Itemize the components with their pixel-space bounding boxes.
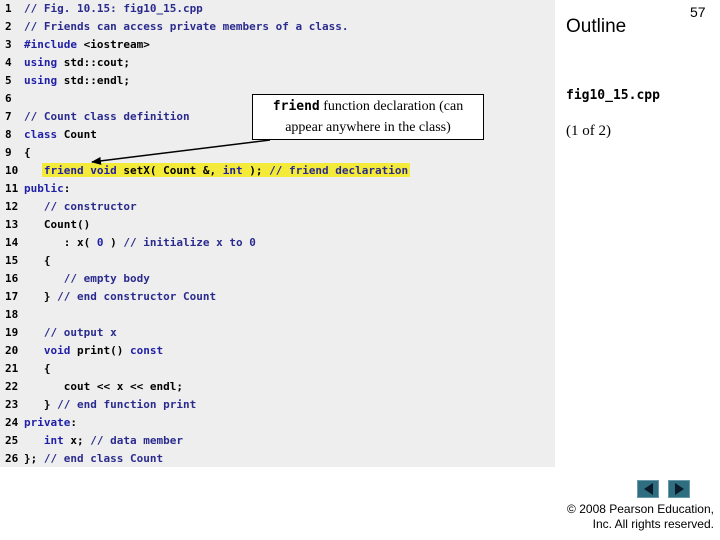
code-text: class Count <box>24 128 97 141</box>
code-text: using std::cout; <box>24 56 130 69</box>
line-number: 1 <box>5 2 12 15</box>
line-number: 24 <box>5 416 19 429</box>
code-line: 4 using std::cout; <box>0 54 555 72</box>
code-line: 13 Count() <box>0 216 555 234</box>
code-line: 3 #include <iostream> <box>0 36 555 54</box>
code-text: cout << x << endl; <box>24 380 183 393</box>
line-number: 25 <box>5 434 19 447</box>
triangle-left-icon <box>643 483 653 495</box>
code-line: 5 using std::endl; <box>0 72 555 90</box>
outline-title: Outline <box>566 16 627 37</box>
code-text: using std::endl; <box>24 74 130 87</box>
code-line: 20 void print() const <box>0 342 555 360</box>
line-number: 5 <box>5 74 12 87</box>
line-number: 8 <box>5 128 12 141</box>
line-number: 17 <box>5 290 19 303</box>
code-line: 1 // Fig. 10.15: fig10_15.cpp <box>0 0 555 18</box>
line-number: 3 <box>5 38 12 51</box>
copyright-notice: © 2008 Pearson Education, Inc. All right… <box>514 502 714 532</box>
code-line: 16 // empty body <box>0 270 555 288</box>
code-text: : x( 0 ) // initialize x to 0 <box>24 236 256 249</box>
line-number: 4 <box>5 56 12 69</box>
code-line: 22 cout << x << endl; <box>0 378 555 396</box>
line-number: 12 <box>5 200 19 213</box>
line-number: 7 <box>5 110 12 123</box>
code-text: int x; // data member <box>43 434 183 447</box>
callout-line-2: appear anywhere in the class) <box>285 120 451 135</box>
code-line: 26 }; // end class Count <box>0 450 555 468</box>
line-number: 18 <box>5 308 19 321</box>
code-text: friend void setX( Count &, int ); // fri… <box>43 164 409 177</box>
code-line: 10 friend void setX( Count &, int ); // … <box>0 162 555 180</box>
triangle-right-icon <box>674 483 684 495</box>
code-text: // Friends can access private members of… <box>24 20 349 33</box>
code-text: { <box>24 362 51 375</box>
line-number: 13 <box>5 218 19 231</box>
next-slide-button[interactable] <box>668 480 690 498</box>
code-panel: 1 // Fig. 10.15: fig10_15.cpp 2 // Friends … <box>0 0 555 467</box>
code-line: 18 <box>0 306 555 324</box>
callout-line-1: friend function declaration (can <box>253 96 483 117</box>
line-number: 2 <box>5 20 12 33</box>
code-text: public: <box>24 182 71 195</box>
page-number: 57 <box>690 4 706 20</box>
code-text: Count() <box>24 218 91 231</box>
code-line: 2 // Friends can access private members o… <box>0 18 555 36</box>
line-number: 20 <box>5 344 19 357</box>
code-line: 17 } // end constructor Count <box>0 288 555 306</box>
code-line: 21 { <box>0 360 555 378</box>
filename-label: fig10_15.cpp <box>566 88 660 103</box>
callout-text: function declaration (can <box>319 99 464 114</box>
code-text: // Count class definition <box>24 110 190 123</box>
code-text: private: <box>24 416 77 429</box>
page-of-label: (1 of 2) <box>566 123 611 139</box>
code-line: 11 public: <box>0 180 555 198</box>
code-text: } // end function print <box>24 398 197 411</box>
friend-callout-box: friend function declaration (can appear … <box>252 94 484 140</box>
copyright-line-1: © 2008 Pearson Education, <box>567 502 714 516</box>
line-number: 21 <box>5 362 19 375</box>
line-number: 16 <box>5 272 19 285</box>
line-number: 22 <box>5 380 19 393</box>
code-line: 23 } // end function print <box>0 396 555 414</box>
code-text: { <box>24 254 51 267</box>
code-text: // empty body <box>63 272 150 285</box>
callout-keyword: friend <box>272 99 320 114</box>
code-text: }; // end class Count <box>24 452 164 465</box>
code-text: void print() const <box>43 344 164 357</box>
line-number: 19 <box>5 326 19 339</box>
code-line: 9{ <box>0 144 555 162</box>
line-number: 9 <box>5 146 12 159</box>
code-text: // Fig. 10.15: fig10_15.cpp <box>24 2 203 15</box>
code-text: { <box>24 146 31 159</box>
line-number: 26 <box>5 452 19 465</box>
previous-slide-button[interactable] <box>637 480 659 498</box>
code-line: 19 // output x <box>0 324 555 342</box>
copyright-line-2: Inc. All rights reserved. <box>592 517 714 531</box>
line-number: 11 <box>5 182 19 195</box>
line-number: 15 <box>5 254 19 267</box>
code-line: 12 // constructor <box>0 198 555 216</box>
line-number: 6 <box>5 92 12 105</box>
code-text: // constructor <box>43 200 137 213</box>
line-number: 23 <box>5 398 19 411</box>
code-line: 15 { <box>0 252 555 270</box>
code-text: } // end constructor Count <box>24 290 217 303</box>
code-line: 25 int x; // data member <box>0 432 555 450</box>
code-line: 24 private: <box>0 414 555 432</box>
code-line: 14 : x( 0 ) // initialize x to 0 <box>0 234 555 252</box>
code-text: // output x <box>43 326 117 339</box>
line-number: 10 <box>5 164 19 177</box>
line-number: 14 <box>5 236 19 249</box>
code-text: #include <iostream> <box>24 38 150 51</box>
